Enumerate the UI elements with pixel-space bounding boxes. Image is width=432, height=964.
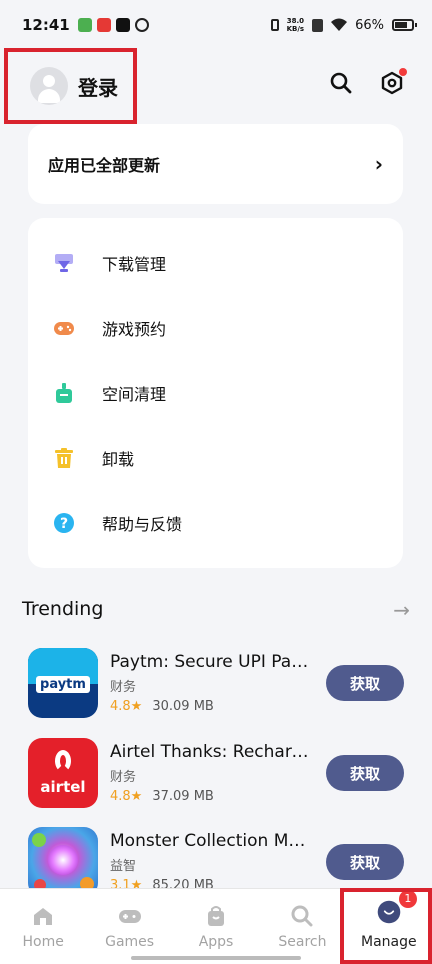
battery-percent: 66% <box>355 17 384 33</box>
avatar <box>30 67 68 105</box>
menu-item-downloads[interactable]: 下载管理 <box>28 230 403 295</box>
clean-icon <box>52 381 76 405</box>
nav-label: Manage <box>361 933 417 950</box>
app-size: 30.09 MB <box>152 699 214 714</box>
menu-item-help-feedback[interactable]: ? 帮助与反馈 <box>28 490 403 555</box>
gesture-bar[interactable] <box>131 956 301 960</box>
login-label: 登录 <box>78 75 118 100</box>
search-icon[interactable] <box>326 68 356 98</box>
nav-home[interactable]: Home <box>0 889 86 964</box>
nav-label: Search <box>278 933 327 950</box>
vibrate-icon <box>270 19 279 31</box>
tiktok-icon <box>115 18 130 32</box>
nav-apps[interactable]: Apps <box>173 889 259 964</box>
settings-icon[interactable] <box>377 68 407 98</box>
notification-icons <box>77 18 149 32</box>
system-status: 38.0 KB/s 66% <box>270 17 417 33</box>
app-category: 财务 <box>110 770 137 785</box>
nav-label: Home <box>22 933 64 950</box>
trending-app-row[interactable]: Monster Collection Master 益智 3.1★ 85.20 M… <box>28 827 408 897</box>
menu-item-uninstall[interactable]: 卸载 <box>28 425 403 490</box>
trending-app-row[interactable]: airtel Airtel Thanks: Recharge & Bank 财务… <box>28 738 408 808</box>
menu-item-label: 游戏预约 <box>102 319 167 339</box>
app-name: Monster Collection Master <box>110 831 310 851</box>
app-rating: 4.8★ <box>110 699 143 714</box>
app-rating: 4.8★ <box>110 789 143 804</box>
nav-search[interactable]: Search <box>259 889 345 964</box>
nav-games[interactable]: Games <box>86 889 172 964</box>
get-button[interactable]: 获取 <box>326 665 404 701</box>
app-notification-icon <box>77 18 92 32</box>
arrow-right-icon[interactable]: → <box>393 598 410 622</box>
nav-label: Games <box>105 933 155 950</box>
get-button[interactable]: 获取 <box>326 755 404 791</box>
app-name: Airtel Thanks: Recharge & Bank <box>110 742 310 762</box>
status-time: 12:41 <box>22 16 70 34</box>
trending-app-row[interactable]: paytm Paytm: Secure UPI Payments 财务 4.8★… <box>28 648 408 718</box>
apps-icon <box>204 904 228 928</box>
sim-off-icon <box>312 18 324 32</box>
paytm-icon: paytm <box>28 648 98 718</box>
menu-item-game-reservation[interactable]: 游戏预约 <box>28 295 403 360</box>
download-icon <box>52 251 76 275</box>
app-size: 37.09 MB <box>152 789 214 804</box>
app-name: Paytm: Secure UPI Payments <box>110 652 310 672</box>
menu-item-label: 卸载 <box>102 449 135 469</box>
get-button[interactable]: 获取 <box>326 844 404 880</box>
updates-card[interactable]: 应用已全部更新 › <box>28 124 403 204</box>
updates-status: 应用已全部更新 <box>48 156 161 175</box>
header: 登录 <box>4 48 432 124</box>
menu-item-label: 空间清理 <box>102 384 167 404</box>
trash-icon <box>52 446 76 470</box>
bottom-nav: Home Games Apps Search 1 Manage <box>0 888 432 964</box>
search-icon <box>290 904 314 928</box>
help-icon: ? <box>52 511 76 535</box>
trending-title: Trending <box>22 598 104 620</box>
menu-item-space-clean[interactable]: 空间清理 <box>28 360 403 425</box>
manage-menu: 下载管理 游戏预约 空间清理 卸载 ? 帮助与反馈 <box>28 218 403 568</box>
wifi-icon <box>331 18 348 31</box>
home-icon <box>31 904 55 928</box>
airtel-icon: airtel <box>28 738 98 808</box>
app-category: 财务 <box>110 680 137 695</box>
battery-icon <box>392 19 417 31</box>
manage-icon: 1 <box>377 889 417 928</box>
nav-manage[interactable]: 1 Manage <box>346 889 432 964</box>
games-icon <box>118 904 142 928</box>
status-bar: 12:41 38.0 KB/s 66% <box>0 0 432 50</box>
nav-label: Apps <box>198 933 234 950</box>
sync-icon <box>134 18 149 32</box>
notification-badge: 1 <box>398 889 417 908</box>
chevron-right-icon: › <box>374 152 383 176</box>
gamepad-icon <box>52 316 76 340</box>
login-button[interactable]: 登录 <box>4 48 137 124</box>
net-speed: 38.0 KB/s <box>286 17 305 33</box>
menu-item-label: 帮助与反馈 <box>102 514 183 534</box>
notification-dot <box>399 68 407 76</box>
svg-text:?: ? <box>60 516 68 532</box>
menu-item-label: 下载管理 <box>102 254 167 274</box>
app-notification-icon <box>96 18 111 32</box>
app-category: 益智 <box>110 859 137 874</box>
monster-game-icon <box>28 827 98 897</box>
